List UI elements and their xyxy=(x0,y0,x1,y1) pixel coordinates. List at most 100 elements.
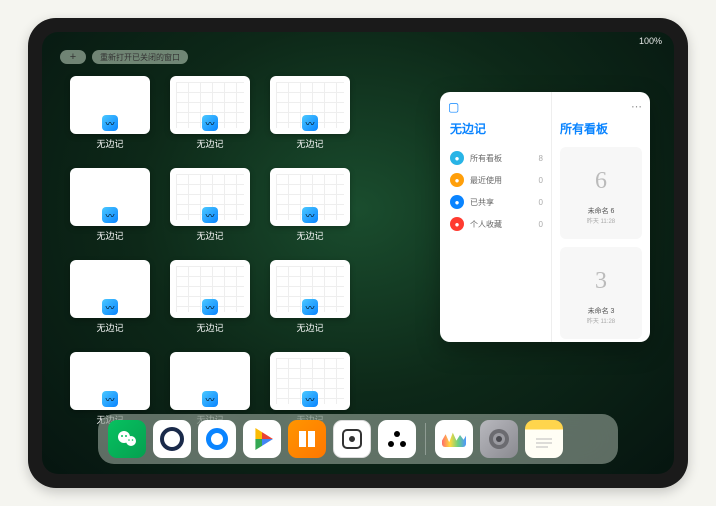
filter-count: 0 xyxy=(539,220,543,229)
reopen-window-button[interactable]: 重新打开已关闭的窗口 xyxy=(92,50,188,64)
freeform-app-icon: 〰 xyxy=(102,391,118,407)
dock-app-play[interactable] xyxy=(243,420,281,458)
notes-icon xyxy=(534,436,554,450)
dock-app-freeform[interactable] xyxy=(435,420,473,458)
board-card-1[interactable]: 3 未命名 3昨天 11:28 xyxy=(560,247,642,339)
filter-icon: ● xyxy=(450,217,464,231)
qqbrowser-icon xyxy=(206,428,228,450)
dock-app-qqbrowser[interactable] xyxy=(198,420,236,458)
dock-app-books[interactable] xyxy=(288,420,326,458)
panel-right-title: 所有看板 xyxy=(560,120,642,137)
panel-left-title: 无边记 xyxy=(450,120,543,137)
filter-item-3[interactable]: ● 个人收藏 0 xyxy=(450,213,543,235)
app-thumbnail: 〰 xyxy=(70,260,150,318)
filter-item-1[interactable]: ●最近使用0 xyxy=(450,169,543,191)
filter-icon: ● xyxy=(450,195,464,209)
more-options-icon[interactable]: ⋯ xyxy=(631,100,642,113)
app-window-label: 无边记 xyxy=(196,321,223,334)
app-window-label: 无边记 xyxy=(296,321,323,334)
dock-app-settings[interactable] xyxy=(480,420,518,458)
freeform-app-icon: 〰 xyxy=(202,299,218,315)
app-window-2[interactable]: 〰无边记 xyxy=(266,76,354,158)
app-window-1[interactable]: 〰无边记 xyxy=(166,76,254,158)
dock-app-app-library[interactable] xyxy=(570,420,608,458)
app-switcher-grid: 〰无边记〰无边记〰无边记〰无边记〰无边记〰无边记〰无边记〰无边记〰无边记〰无边记… xyxy=(66,76,354,434)
freeform-app-icon: 〰 xyxy=(302,207,318,223)
app-thumbnail: 〰 xyxy=(70,168,150,226)
app-thumbnail: 〰 xyxy=(170,260,250,318)
panel-content: 所有看板 6 未命名 6 昨天 11:283 未命名 3昨天 11:28 xyxy=(552,92,650,342)
app-thumbnail: 〰 xyxy=(270,352,350,410)
board-name: 未命名 6 xyxy=(588,206,615,216)
dock-app-mindnode[interactable] xyxy=(378,420,416,458)
filter-item-2[interactable]: ● 已共享 0 xyxy=(450,191,543,213)
dock-app-quark[interactable] xyxy=(153,420,191,458)
filter-label: 个人收藏 xyxy=(470,219,502,230)
app-thumbnail: 〰 xyxy=(170,76,250,134)
board-card-0[interactable]: 6未命名 6昨天 11:28 xyxy=(560,147,642,239)
app-window-label: 无边记 xyxy=(196,229,223,242)
freeform-icon xyxy=(442,431,466,447)
dock-app-wechat[interactable] xyxy=(108,420,146,458)
board-list: 6 未命名 6 昨天 11:283 未命名 3昨天 11:28 xyxy=(560,147,642,339)
filter-label: 最近使用 xyxy=(470,175,502,186)
app-window-label: 无边记 xyxy=(296,229,323,242)
freeform-app-icon: 〰 xyxy=(102,207,118,223)
app-window-8[interactable]: 〰无边记 xyxy=(266,260,354,342)
app-window-3[interactable]: 〰无边记 xyxy=(66,168,154,250)
app-icon xyxy=(341,428,363,450)
ipad-device-frame: 100% + 重新打开已关闭的窗口 〰无边记〰无边记〰无边记〰无边记〰无边记〰无… xyxy=(28,18,688,488)
panel-sidebar: 无边记 ●所有看板8●最近使用0●已共享0●个人收藏0 xyxy=(440,92,552,342)
dock-app-notes[interactable] xyxy=(525,420,563,458)
app-thumbnail: 〰 xyxy=(170,168,250,226)
app-thumbnail: 〰 xyxy=(270,260,350,318)
freeform-overlay-panel[interactable]: ▢ ⋯ 无边记 ●所有看板8●最近使用0●已共享0●个人收藏0 所有看板 6未命… xyxy=(440,92,650,342)
app-window-0[interactable]: 〰无边记 xyxy=(66,76,154,158)
wechat-icon xyxy=(115,427,139,451)
app-thumbnail: 〰 xyxy=(70,352,150,410)
freeform-app-icon: 〰 xyxy=(102,299,118,315)
status-right: 100% xyxy=(639,36,662,50)
board-sketch-preview: 6 xyxy=(581,162,621,202)
filter-label: 所有看板 xyxy=(470,153,502,164)
app-window-4[interactable]: 〰无边记 xyxy=(166,168,254,250)
app-window-label: 无边记 xyxy=(196,137,223,150)
app-window-label: 无边记 xyxy=(96,229,123,242)
freeform-app-icon: 〰 xyxy=(302,299,318,315)
filter-icon: ● xyxy=(450,173,464,187)
app-window-label: 无边记 xyxy=(96,321,123,334)
top-controls: + 重新打开已关闭的窗口 xyxy=(60,50,188,64)
filter-label: 已共享 xyxy=(470,197,494,208)
filter-count: 8 xyxy=(539,154,543,163)
app-window-5[interactable]: 〰无边记 xyxy=(266,168,354,250)
mindnode-icon xyxy=(385,427,409,451)
freeform-app-icon: 〰 xyxy=(202,207,218,223)
filter-count: 0 xyxy=(539,198,543,207)
filter-icon: ● xyxy=(450,151,464,165)
app-thumbnail: 〰 xyxy=(70,76,150,134)
app-window-7[interactable]: 〰无边记 xyxy=(166,260,254,342)
board-sketch-preview: 3 xyxy=(581,262,621,302)
freeform-app-icon: 〰 xyxy=(202,391,218,407)
app-window-6[interactable]: 〰无边记 xyxy=(66,260,154,342)
freeform-app-icon: 〰 xyxy=(302,391,318,407)
app-thumbnail: 〰 xyxy=(170,352,250,410)
ipad-screen: 100% + 重新打开已关闭的窗口 〰无边记〰无边记〰无边记〰无边记〰无边记〰无… xyxy=(42,32,674,474)
gear-icon xyxy=(485,425,513,453)
freeform-app-icon: 〰 xyxy=(202,115,218,131)
dock-app-empty[interactable] xyxy=(333,420,371,458)
board-name: 未命名 3 xyxy=(588,306,615,316)
filter-item-0[interactable]: ● 所有看板 8 xyxy=(450,147,543,169)
dock-divider xyxy=(425,423,426,455)
app-thumbnail: 〰 xyxy=(270,168,350,226)
app-window-label: 无边记 xyxy=(96,137,123,150)
sidebar-toggle-icon[interactable]: ▢ xyxy=(448,100,462,114)
quark-icon xyxy=(160,427,184,451)
app-window-label: 无边记 xyxy=(296,137,323,150)
new-window-button[interactable]: + xyxy=(60,50,86,64)
books-icon xyxy=(295,427,319,451)
freeform-app-icon: 〰 xyxy=(102,115,118,131)
play-icon xyxy=(251,428,273,450)
board-date: 昨天 11:28 xyxy=(587,316,615,325)
filter-list: ●所有看板8●最近使用0●已共享0●个人收藏0 xyxy=(450,147,543,235)
